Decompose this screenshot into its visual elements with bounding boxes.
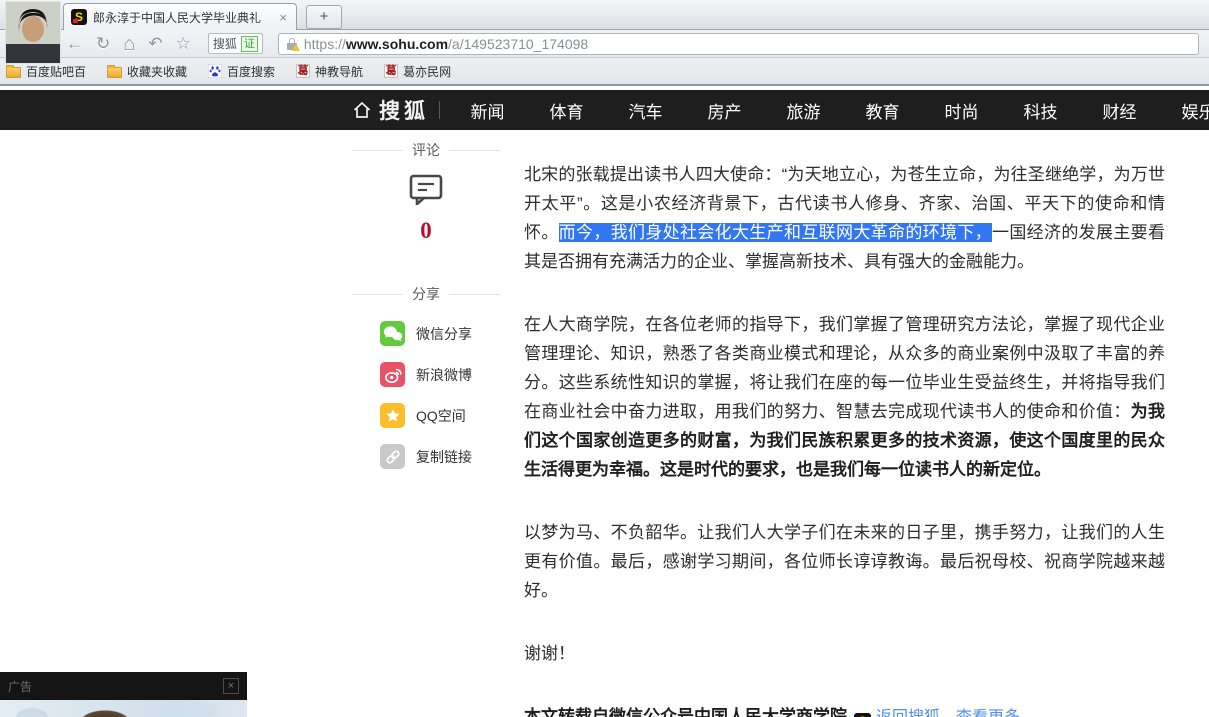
bookmark-baidu-tieba[interactable]: 百度贴吧百 bbox=[6, 63, 86, 80]
bookmark-favorites[interactable]: 收藏夹收藏 bbox=[107, 63, 187, 80]
back-to-sohu-link[interactable]: 返回搜狐，查看更多 bbox=[876, 709, 1020, 717]
share-list: 微信分享 新浪微博 bbox=[352, 321, 500, 469]
nav-item-education[interactable]: 教育 bbox=[843, 98, 922, 123]
site-verification-badge[interactable]: 搜狐 证 bbox=[208, 33, 263, 54]
bookmark-label: 百度贴吧百 bbox=[26, 63, 86, 80]
sohu-logo-text: 搜狐 bbox=[379, 95, 429, 125]
article-sidebar: 评论 0 分享 微信分享 bbox=[352, 140, 500, 485]
comments-button[interactable] bbox=[352, 173, 500, 210]
lock-icon bbox=[286, 38, 298, 50]
undo-icon[interactable]: ↶ bbox=[148, 35, 162, 52]
ad-close-icon[interactable]: × bbox=[223, 678, 239, 694]
ad-label: 广告 bbox=[8, 678, 32, 695]
share-wechat[interactable]: 微信分享 bbox=[380, 321, 500, 346]
tab-close-icon[interactable]: × bbox=[277, 10, 289, 25]
refresh-icon[interactable]: ↻ bbox=[96, 35, 110, 52]
folder-icon bbox=[107, 67, 122, 78]
back-icon[interactable]: ← bbox=[66, 35, 83, 52]
browser-tab[interactable]: S 郎永淳于中国人民大学毕业典礼 × bbox=[63, 3, 297, 30]
nav-item-realestate[interactable]: 房产 bbox=[685, 98, 764, 123]
nav-item-auto[interactable]: 汽车 bbox=[606, 98, 685, 123]
article-paragraph-1: 北宋的张载提出读书人四大使命：“为天地立心，为苍生立命，为往圣继绝学，为万世开太… bbox=[524, 160, 1165, 276]
nav-item-finance[interactable]: 财经 bbox=[1080, 98, 1159, 123]
page-content: 搜狐 新闻 体育 汽车 房产 旅游 教育 时尚 科技 财经 娱乐 评论 0 分享 bbox=[0, 88, 1209, 717]
nav-divider bbox=[439, 101, 440, 119]
link-icon bbox=[380, 444, 405, 469]
avatar-portrait bbox=[6, 2, 60, 63]
share-label: 新浪微博 bbox=[416, 365, 472, 385]
nav-item-entertainment[interactable]: 娱乐 bbox=[1159, 98, 1209, 123]
ad-banner: 广告 × bbox=[0, 672, 247, 717]
url-text: https://www.sohu.com/a/149523710_174098 bbox=[304, 36, 588, 52]
bookmark-label: 收藏夹收藏 bbox=[127, 63, 187, 80]
home-outline-icon bbox=[352, 100, 372, 120]
share-copy-link[interactable]: 复制链接 bbox=[380, 444, 500, 469]
sohu-logo[interactable]: 搜狐 bbox=[352, 95, 429, 125]
ad-bar: 广告 × bbox=[0, 672, 247, 700]
bookmark-star-icon[interactable]: ☆ bbox=[176, 35, 191, 52]
badge-site-name: 搜狐 bbox=[213, 35, 237, 52]
ge-character-icon: 葛 bbox=[384, 64, 398, 78]
browser-toolbar: ← ↻ ⌂ ↶ ☆ 搜狐 证 https://www.sohu.com/a/14… bbox=[0, 30, 1209, 58]
baidu-paw-icon bbox=[208, 64, 222, 78]
url-path: /a/149523710_174098 bbox=[448, 36, 588, 52]
bookmark-geyimin-site[interactable]: 葛 葛亦民网 bbox=[384, 63, 451, 80]
tab-bar: S 郎永淳于中国人民大学毕业典礼 × + bbox=[0, 0, 1209, 30]
ge-character-icon: 葛 bbox=[296, 64, 310, 78]
sohu-favicon: S bbox=[71, 9, 87, 25]
nav-item-news[interactable]: 新闻 bbox=[448, 98, 527, 123]
share-qzone[interactable]: QQ空间 bbox=[380, 403, 500, 428]
article-paragraph-2: 在人大商学院，在各位老师的指导下，我们掌握了管理研究方法论，掌握了现代企业管理理… bbox=[524, 310, 1165, 484]
share-label: QQ空间 bbox=[416, 406, 466, 426]
new-tab-button[interactable]: + bbox=[306, 5, 342, 29]
qzone-star-icon bbox=[380, 403, 405, 428]
paragraph-text: 在人大商学院，在各位老师的指导下，我们掌握了管理研究方法论，掌握了现代企业管理理… bbox=[524, 315, 1165, 421]
bookmark-shenjiao-nav[interactable]: 葛 神教导航 bbox=[296, 63, 363, 80]
nav-item-travel[interactable]: 旅游 bbox=[764, 98, 843, 123]
home-icon[interactable]: ⌂ bbox=[123, 34, 135, 54]
share-label: 微信分享 bbox=[416, 324, 472, 344]
user-avatar[interactable] bbox=[5, 1, 61, 64]
nav-item-fashion[interactable]: 时尚 bbox=[922, 98, 1001, 123]
ad-image[interactable] bbox=[0, 700, 247, 717]
comment-bubble-icon bbox=[408, 173, 444, 205]
bookmarks-bar: 百度贴吧百 收藏夹收藏 百度搜索 葛 神教导航 葛 葛亦民网 bbox=[0, 58, 1209, 86]
sohu-favicon: S bbox=[854, 713, 871, 717]
weibo-icon bbox=[380, 362, 405, 387]
bookmark-label: 百度搜索 bbox=[227, 63, 275, 80]
bookmark-label: 神教导航 bbox=[315, 63, 363, 80]
share-label: 复制链接 bbox=[416, 447, 472, 467]
article-paragraph-3: 以梦为马、不负韶华。让我们人大学子们在未来的日子里，携手努力，让我们的人生更有价… bbox=[524, 518, 1165, 605]
tab-title: 郎永淳于中国人民大学毕业典礼 bbox=[93, 9, 271, 26]
folder-icon bbox=[6, 67, 21, 78]
comments-header: 评论 bbox=[352, 140, 500, 160]
sohu-nav-bar: 搜狐 新闻 体育 汽车 房产 旅游 教育 时尚 科技 财经 娱乐 bbox=[0, 90, 1209, 130]
comments-count[interactable]: 0 bbox=[352, 218, 500, 244]
address-bar[interactable]: https://www.sohu.com/a/149523710_174098 bbox=[278, 33, 1199, 55]
bookmark-label: 葛亦民网 bbox=[403, 63, 451, 80]
share-weibo[interactable]: 新浪微博 bbox=[380, 362, 500, 387]
badge-cert-label: 证 bbox=[241, 36, 258, 52]
wechat-icon bbox=[380, 321, 405, 346]
url-scheme: https:// bbox=[304, 36, 346, 52]
article-paragraph-4: 谢谢！ bbox=[524, 639, 1165, 668]
nav-item-tech[interactable]: 科技 bbox=[1001, 98, 1080, 123]
url-host: www.sohu.com bbox=[346, 36, 448, 52]
selected-text: 而今，我们身处社会化大生产和互联网大革命的环境下， bbox=[559, 223, 992, 242]
article-footer: 本文转载自微信公众号中国人民大学商学院 S 返回搜狐，查看更多 bbox=[524, 702, 1165, 717]
bookmark-baidu-search[interactable]: 百度搜索 bbox=[208, 63, 275, 80]
footer-source-text: 本文转载自微信公众号中国人民大学商学院 bbox=[524, 707, 847, 717]
share-header: 分享 bbox=[352, 284, 500, 304]
nav-item-sports[interactable]: 体育 bbox=[527, 98, 606, 123]
article-body: 北宋的张载提出读书人四大使命：“为天地立心，为苍生立命，为往圣继绝学，为万世开太… bbox=[524, 160, 1165, 717]
